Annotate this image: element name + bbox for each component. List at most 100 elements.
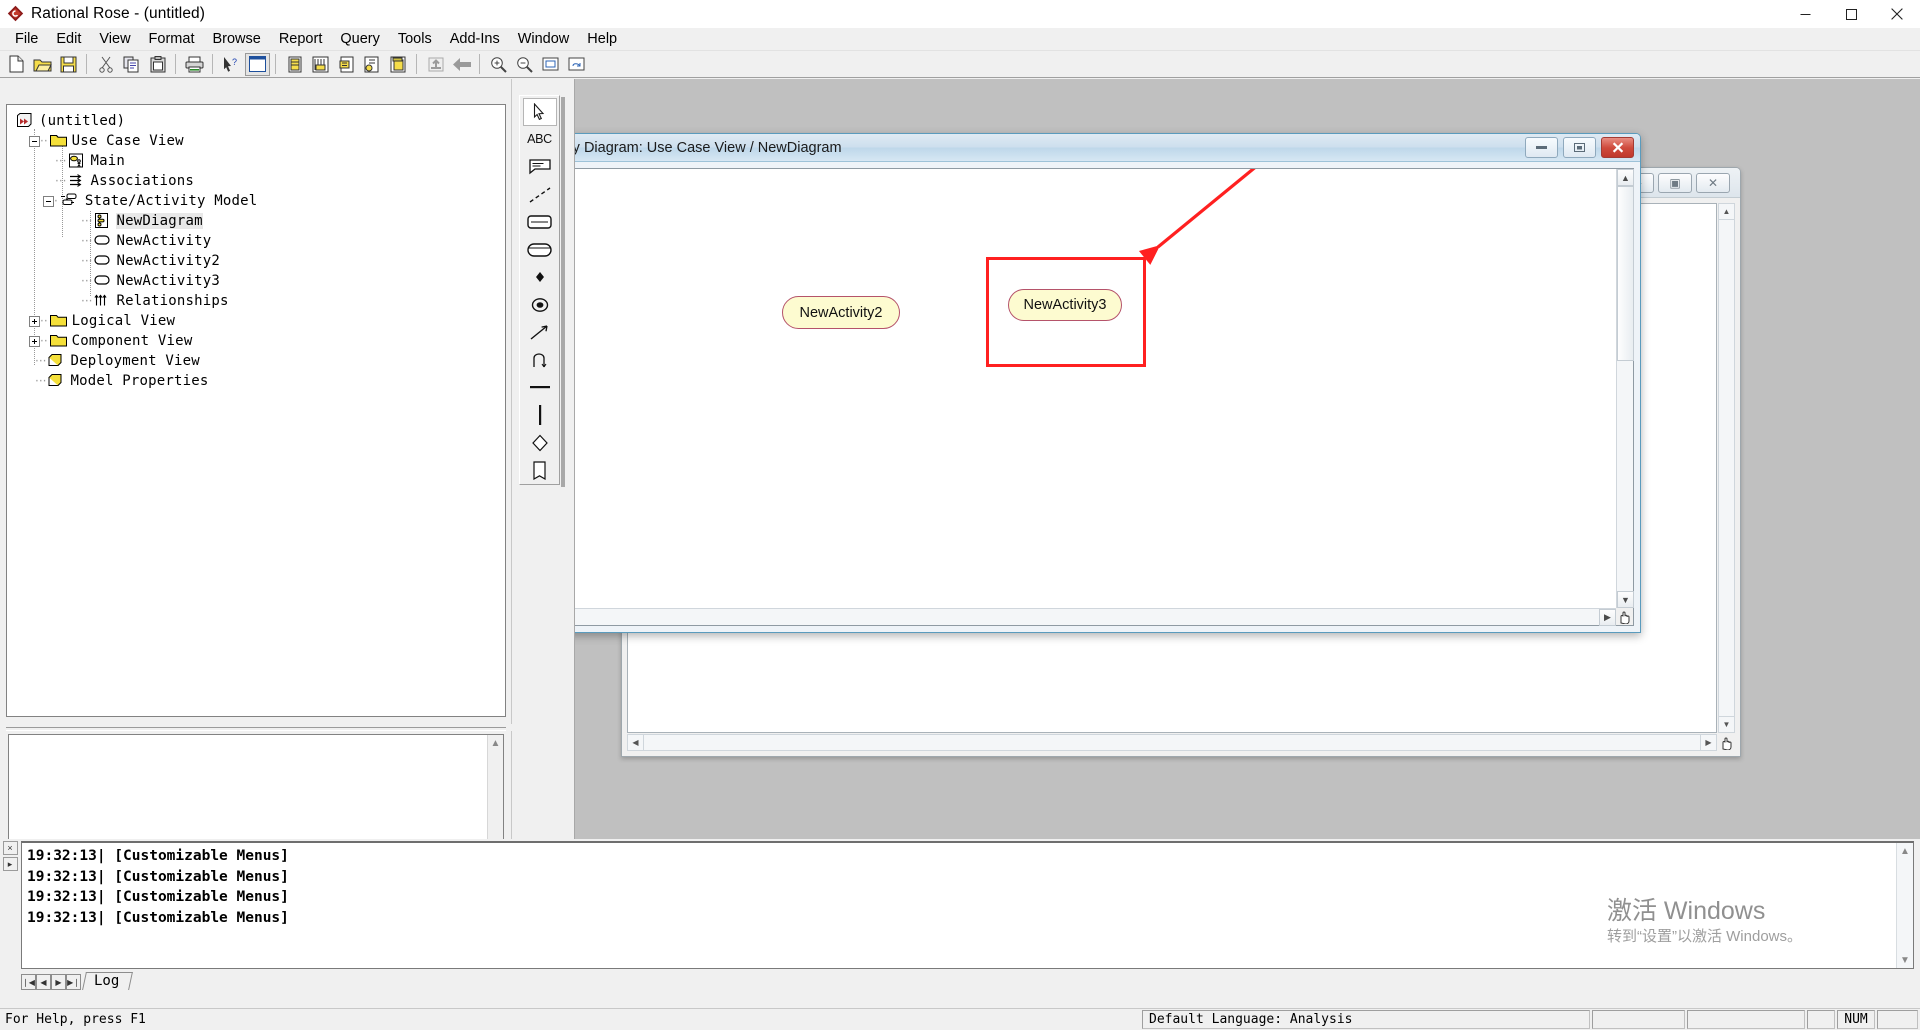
horizontal-scroll-track[interactable] [575,609,1599,625]
menu-report[interactable]: Report [270,29,332,49]
start-state-tool[interactable] [523,263,557,291]
diagram-minimize-button[interactable] [1525,137,1558,158]
menu-file[interactable]: File [6,29,47,49]
tree-node-component-view[interactable]: ‧‧ Component View [15,331,503,351]
menu-browse[interactable]: Browse [203,29,269,49]
log-output[interactable]: 19:32:13| [Customizable Menus] 19:32:13|… [21,841,1914,969]
back-arrow-icon[interactable] [449,53,474,76]
menu-query[interactable]: Query [331,29,389,49]
horizontal-synchronization-tool[interactable] [523,374,557,402]
canvas-vertical-scrollbar[interactable]: ▲ ▼ [1616,169,1634,608]
background-restore-button[interactable]: ▣ [1658,172,1692,193]
tree-toggle-minus-icon[interactable] [43,195,54,207]
end-state-tool[interactable] [523,291,557,319]
log-tab[interactable]: Log [82,972,134,990]
scroll-down-button[interactable]: ▼ [1617,591,1634,608]
tree-node-state-activity-model[interactable]: ‧ State/Activity Model [15,191,503,211]
log-scroll-down-icon[interactable]: ▼ [1897,952,1913,968]
browse-previous-icon[interactable] [308,53,333,76]
scroll-up-button[interactable]: ▲ [1617,169,1634,186]
browse-up-icon[interactable] [386,53,411,76]
scroll-up-icon[interactable]: ▲ [488,735,503,751]
browse-next-icon[interactable] [334,53,359,76]
state-transition-tool[interactable] [523,319,557,347]
vertical-scroll-track[interactable] [1617,361,1633,591]
tree-toggle-minus-icon[interactable] [29,135,40,147]
log-last-button[interactable]: ▶❘ [66,974,81,990]
canvas-horizontal-scrollbar[interactable]: ◀ ▶ [575,608,1616,626]
undo-icon[interactable] [423,53,448,76]
log-close-button[interactable]: × [2,841,18,855]
tree-node-use-case-view[interactable]: ‧‧ Use Case View [15,131,503,151]
tree-node-newactivity2[interactable]: ‧‧‧ NewActivity2 [15,251,503,271]
background-close-button[interactable]: ✕ [1696,172,1730,193]
menu-format[interactable]: Format [140,29,204,49]
tree-node-main[interactable]: ‧‧‧ Main [15,151,503,171]
activity-diagram-titlebar[interactable]: Activity Diagram: Use Case View / NewDia… [575,134,1640,162]
tree-toggle-plus-icon[interactable] [29,315,40,327]
anchor-note-tool[interactable] [523,181,557,209]
browser-tree-panel[interactable]: (untitled) ‧‧ Use Case View ‧‧‧ Main ‧‧‧… [6,104,506,717]
swimlane-tool[interactable] [523,456,557,484]
tree-node-associations[interactable]: ‧‧‧ Associations [15,171,503,191]
transition-to-self-tool[interactable] [523,346,557,374]
activity-tool[interactable] [523,236,557,264]
browse-class-icon[interactable] [245,52,270,76]
tree-node-untitled[interactable]: (untitled) [15,111,503,131]
save-icon[interactable] [56,53,81,76]
tree-node-relationships[interactable]: ‧‧‧ Relationships [15,291,503,311]
maximize-button[interactable] [1828,0,1874,28]
vertical-scroll-thumb[interactable] [1617,186,1634,361]
menu-tools[interactable]: Tools [389,29,441,49]
diagram-close-button[interactable] [1601,137,1634,158]
log-prev-button[interactable]: ◀ [36,974,51,990]
menu-view[interactable]: View [90,29,139,49]
diagram-restore-button[interactable] [1563,137,1596,158]
open-icon[interactable] [30,53,55,76]
context-help-icon[interactable]: ? [219,53,244,76]
scroll-right-button[interactable]: ▶ [1599,609,1616,626]
decision-tool[interactable] [523,429,557,457]
browse-specification-icon[interactable] [360,53,385,76]
activity-node-newactivity2[interactable]: NewActivity2 [782,296,900,329]
panel-splitter[interactable] [0,724,512,731]
browse-parent-icon[interactable] [282,53,307,76]
tree-node-newdiagram[interactable]: ‧‧‧ NewDiagram [15,211,503,231]
log-next-button[interactable]: ▶ [51,974,66,990]
copy-icon[interactable] [119,53,144,76]
tree-toggle-plus-icon[interactable] [29,335,40,347]
log-scroll-up-icon[interactable]: ▲ [1897,843,1913,859]
menu-add-ins[interactable]: Add-Ins [441,29,509,49]
vertical-synchronization-tool[interactable] [523,401,557,429]
paste-icon[interactable] [145,53,170,76]
diagram-canvas[interactable]: NewActivity2 NewActivity3 [575,169,1616,608]
browser-tree[interactable]: (untitled) ‧‧ Use Case View ‧‧‧ Main ‧‧‧… [15,111,503,714]
cut-icon[interactable] [93,53,118,76]
state-tool[interactable] [523,208,557,236]
tree-node-newactivity3[interactable]: ‧‧‧ NewActivity3 [15,271,503,291]
print-icon[interactable] [182,53,207,76]
menu-help[interactable]: Help [578,29,626,49]
tree-node-model-properties[interactable]: ‧‧‧ Model Properties [15,371,503,391]
tree-node-deployment-view[interactable]: ‧‧‧ Deployment View [15,351,503,371]
fit-in-window-icon[interactable] [538,53,563,76]
note-tool[interactable] [523,153,557,181]
log-vertical-scrollbar[interactable]: ▲ ▼ [1896,843,1913,968]
text-tool[interactable]: ABC [523,126,557,154]
minimize-button[interactable] [1782,0,1828,28]
log-first-button[interactable]: ❘◀ [21,974,36,990]
log-expand-button[interactable]: ▸ [2,857,18,871]
activity-diagram-window[interactable]: Activity Diagram: Use Case View / NewDia… [575,133,1641,633]
tree-node-logical-view[interactable]: ‧‧ Logical View [15,311,503,331]
undo-fit-icon[interactable] [564,53,589,76]
close-button[interactable] [1874,0,1920,28]
tree-node-newactivity[interactable]: ‧‧‧ NewActivity [15,231,503,251]
pan-hand-icon[interactable] [1616,608,1633,625]
new-icon[interactable] [4,53,29,76]
menu-edit[interactable]: Edit [47,29,90,49]
zoom-out-icon[interactable] [512,53,537,76]
zoom-in-icon[interactable] [486,53,511,76]
selection-tool[interactable] [522,98,557,126]
menu-window[interactable]: Window [509,29,579,49]
activity-node-newactivity3[interactable]: NewActivity3 [1008,289,1122,321]
